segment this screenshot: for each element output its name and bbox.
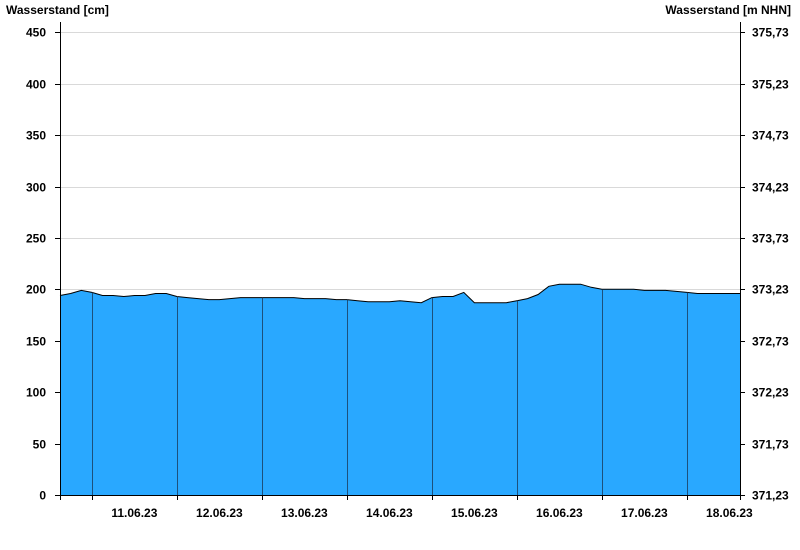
right-tick-label: 372,73 [752,335,789,349]
left-tick-label: 200 [26,283,46,297]
left-tick-label: 250 [26,232,46,246]
right-tick-label: 371,23 [752,489,789,503]
left-tick-label: 150 [26,335,46,349]
x-tick-label: 12.06.23 [196,506,243,520]
right-axis-title: Wasserstand [m NHN] [665,3,791,17]
right-tick-label: 371,73 [752,438,789,452]
right-tick-label: 373,23 [752,283,789,297]
right-axis-ticks: 371,23 371,73 372,23 372,73 373,23 373,73 374,… [740,26,789,503]
left-axis-title: Wasserstand [cm] [6,3,109,17]
left-tick-label: 300 [26,181,46,195]
x-tick-label: 11.06.23 [111,506,157,520]
right-tick-label: 373,73 [752,232,789,246]
water-level-area [60,284,740,495]
right-tick-label: 374,23 [752,181,789,195]
left-tick-label: 50 [33,438,47,452]
x-tick-label: 16.06.23 [536,506,583,520]
x-tick-label: 13.06.23 [281,506,328,520]
left-tick-label: 0 [39,489,46,503]
x-tick-label: 18.06.23 [706,506,753,520]
x-tick-label: 14.06.23 [366,506,413,520]
area-layer [59,283,740,495]
left-tick-label: 400 [26,78,46,92]
x-tick-label: 17.06.23 [621,506,668,520]
left-axis-ticks: 0 50 100 150 200 250 300 350 400 450 [26,26,60,503]
water-level-chart: 0 50 100 150 200 250 300 350 400 450 371,23 371,73… [6,3,791,520]
left-tick-label: 100 [26,386,46,400]
x-axis-ticks: 11.06.23 12.06.23 13.06.23 14.06.23 15.06.23… [92,495,753,520]
left-tick-label: 350 [26,129,46,143]
right-tick-label: 372,23 [752,386,789,400]
right-tick-label: 374,73 [752,129,789,143]
left-tick-label: 450 [26,26,46,40]
right-tick-label: 375,73 [752,26,789,40]
x-tick-label: 15.06.23 [451,506,498,520]
right-tick-label: 375,23 [752,78,789,92]
